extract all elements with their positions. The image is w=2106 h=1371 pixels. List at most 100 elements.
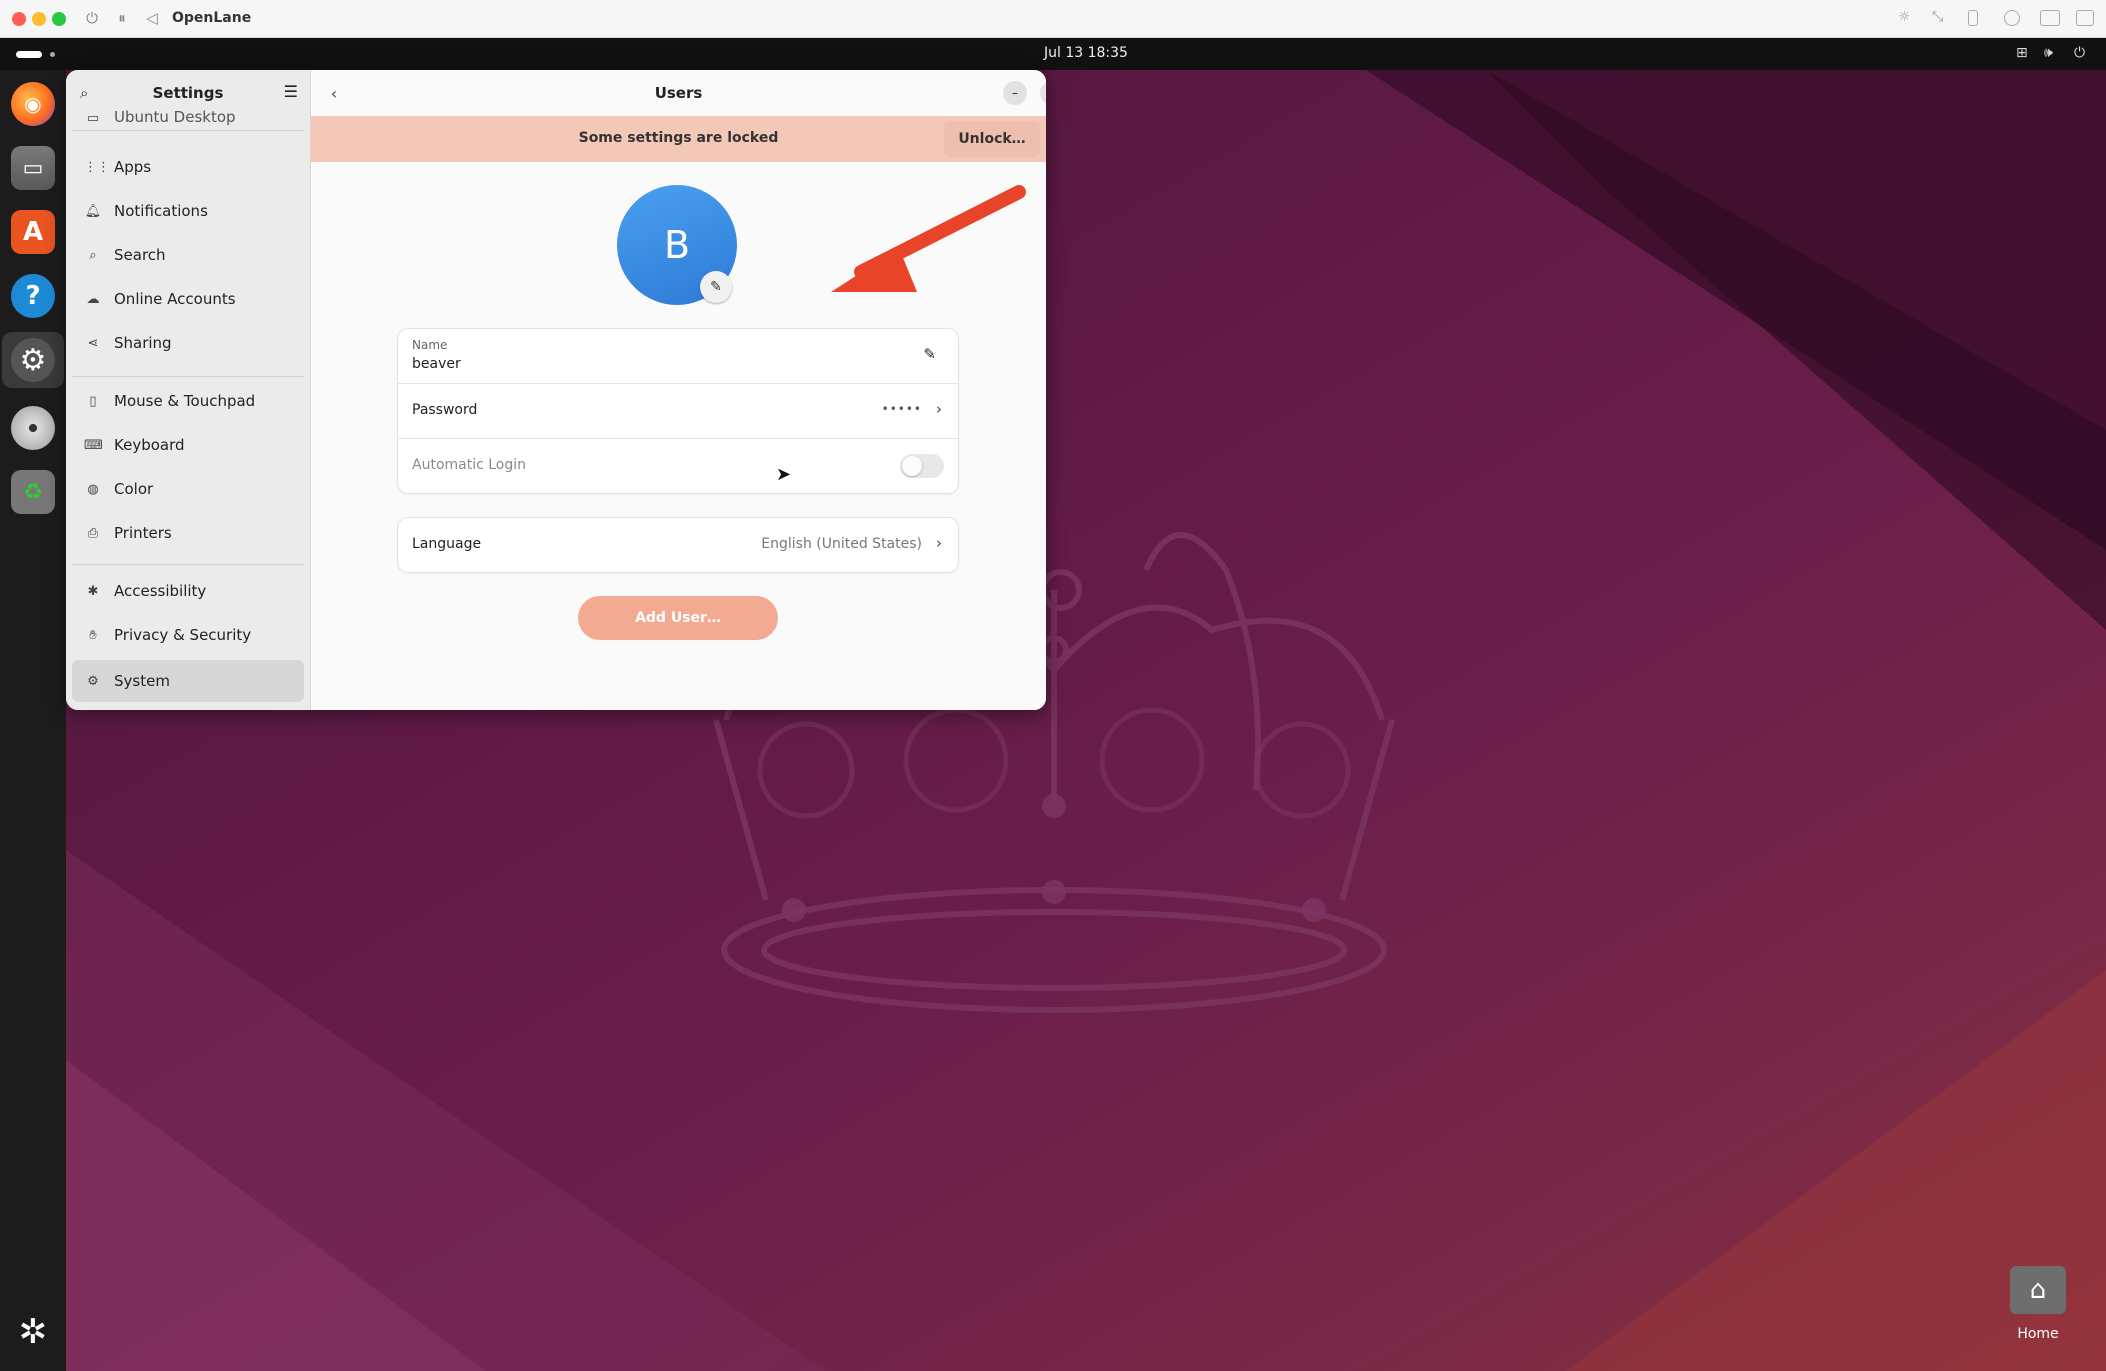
files-icon[interactable]: ▭	[11, 146, 55, 190]
user-details-card: Name beaver ✎ Password ••••• › Automatic…	[398, 329, 958, 493]
desktop-icon: ▭	[86, 111, 100, 126]
language-value: English (United States)	[761, 536, 922, 552]
chevron-right-icon: ›	[936, 534, 942, 552]
sidebar-item-label: Privacy & Security	[114, 626, 252, 644]
sidebar-title: Settings	[152, 84, 224, 102]
page-title: Users	[654, 84, 703, 102]
firefox-icon[interactable]: ◉	[11, 82, 55, 126]
sidebar-item-printers[interactable]: ⎙ Printers	[72, 512, 304, 554]
bell-icon: 🔔︎	[84, 203, 102, 219]
sidebar-item-label: Sharing	[114, 334, 172, 352]
sidebar-item-ubuntu-desktop[interactable]: ▭ Ubuntu Desktop	[72, 106, 304, 126]
sidebar-item-label: Search	[114, 246, 166, 264]
sidebar-separator	[72, 376, 304, 377]
language-label: Language	[412, 536, 482, 552]
edit-name-icon[interactable]: ✎	[923, 345, 936, 363]
annotation-arrow	[831, 185, 1026, 292]
sidebar-item-accessibility[interactable]: ✱ Accessibility	[72, 570, 304, 612]
automatic-login-toggle[interactable]	[900, 454, 944, 478]
settings-sidebar: ⌕ Settings ☰ ▭ Ubuntu Desktop ⋮⋮ Apps 🔔︎…	[66, 70, 311, 710]
back-icon[interactable]: ◁	[142, 9, 162, 27]
close-traffic-light[interactable]	[12, 12, 26, 26]
sidebar-item-color[interactable]: ◍ Color	[72, 468, 304, 510]
pencil-icon: ✎	[710, 279, 722, 295]
hand-icon: ✋︎	[89, 627, 97, 643]
host-window-bar: ⏻ ⏸ ◁ OpenLane ☼ ⤡	[0, 0, 2106, 38]
locked-banner: Some settings are locked Unlock…	[311, 116, 1046, 162]
color-icon: ◍	[87, 481, 99, 497]
name-value: beaver	[412, 356, 461, 372]
trash-icon[interactable]: ♻	[11, 470, 55, 514]
minimize-traffic-light[interactable]	[32, 12, 46, 26]
sidebar-item-label: Color	[114, 480, 154, 498]
pause-icon[interactable]: ⏸	[112, 9, 132, 27]
avatar-initial: B	[663, 223, 691, 267]
zoom-traffic-light[interactable]	[52, 12, 66, 26]
top-bar: Jul 13 18:35 ⊞ 🕪 ⏻	[0, 38, 2106, 70]
apps-grid-icon: ⋮⋮	[84, 159, 110, 175]
brightness-icon[interactable]: ☼	[1898, 9, 1916, 25]
name-row[interactable]: Name beaver ✎	[398, 329, 958, 383]
host-title: OpenLane	[172, 10, 252, 26]
unlock-button[interactable]: Unlock…	[944, 121, 1040, 157]
gear-icon: ⚙	[87, 673, 99, 689]
home-folder-icon[interactable]: ⌂	[2010, 1266, 2066, 1314]
sidebar-item-label: Apps	[114, 158, 152, 176]
avatar-edit-button[interactable]: ✎	[700, 271, 732, 303]
sidebar-item-system[interactable]: ⚙ System	[72, 660, 304, 702]
resize-icon[interactable]: ⤡	[1932, 9, 1950, 25]
minimize-button[interactable]: –	[1003, 81, 1027, 105]
automatic-login-label: Automatic Login	[412, 457, 527, 473]
disc-icon[interactable]	[11, 406, 55, 450]
volume-icon[interactable]: 🕪	[2044, 45, 2053, 61]
share-icon: ⋖	[87, 335, 99, 351]
help-icon[interactable]: ?	[11, 274, 55, 318]
language-card: Language English (United States) ›	[398, 518, 958, 572]
dock: ◉ ▭ A ? ⚙ ♻ ✲	[0, 70, 66, 1371]
search-icon: ⌕	[89, 247, 97, 263]
mouse-cursor-icon: ➤	[776, 464, 792, 485]
usb-icon[interactable]	[1968, 10, 1978, 26]
locked-banner-text: Some settings are locked	[578, 130, 779, 146]
password-value: •••••	[881, 402, 922, 416]
sidebar-item-label: Notifications	[114, 202, 208, 220]
cloud-icon: ☁︎	[86, 291, 100, 307]
sidebar-item-online-accounts[interactable]: ☁︎ Online Accounts	[72, 278, 304, 320]
settings-icon[interactable]: ⚙	[11, 338, 55, 382]
sidebar-separator	[72, 564, 304, 565]
network-icon[interactable]: ⊞	[2016, 45, 2028, 61]
sidebar-item-mouse-touchpad[interactable]: ▯ Mouse & Touchpad	[72, 380, 304, 422]
toggle-knob	[902, 456, 922, 476]
sidebar-item-keyboard[interactable]: ⌨ Keyboard	[72, 424, 304, 466]
name-caption: Name	[412, 338, 448, 352]
ubuntu-apps-icon[interactable]: ✲	[11, 1310, 55, 1354]
sidebar-item-privacy-security[interactable]: ✋︎ Privacy & Security	[72, 614, 304, 656]
clock[interactable]: Jul 13 18:35	[0, 45, 2106, 61]
sidebar-item-apps[interactable]: ⋮⋮ Apps	[72, 146, 304, 188]
hamburger-menu-icon[interactable]: ☰	[284, 82, 298, 101]
power-icon[interactable]: ⏻	[82, 9, 102, 27]
accessibility-icon: ✱	[87, 583, 99, 599]
users-page: ‹ Users – □ ✕ Some settings are locked U…	[311, 70, 1046, 710]
sidebar-item-label: Mouse & Touchpad	[114, 392, 256, 410]
password-row[interactable]: Password ••••• ›	[398, 384, 958, 438]
sidebar-item-notifications[interactable]: 🔔︎ Notifications	[72, 190, 304, 232]
sidebar-item-label: Accessibility	[114, 582, 207, 600]
sidebar-item-sharing[interactable]: ⋖ Sharing	[72, 322, 304, 364]
sidebar-item-search[interactable]: ⌕ Search	[72, 234, 304, 276]
sidebar-item-label: System	[114, 672, 170, 690]
windows-icon[interactable]	[2076, 10, 2094, 26]
mouse-icon: ▯	[89, 393, 97, 409]
power-menu-icon[interactable]: ⏻	[2074, 45, 2085, 61]
camera-icon[interactable]	[2004, 10, 2020, 26]
language-row[interactable]: Language English (United States) ›	[398, 518, 958, 572]
folder-icon[interactable]	[2040, 10, 2060, 26]
home-folder-label: Home	[2017, 1326, 2059, 1342]
sidebar-item-label: Keyboard	[114, 436, 185, 454]
add-user-button[interactable]: Add User…	[578, 596, 778, 640]
sidebar-item-label: Online Accounts	[114, 290, 236, 308]
sidebar-item-label: Printers	[114, 524, 172, 542]
app-center-icon[interactable]: A	[11, 210, 55, 254]
password-label: Password	[412, 402, 478, 418]
chevron-right-icon: ›	[936, 400, 942, 418]
